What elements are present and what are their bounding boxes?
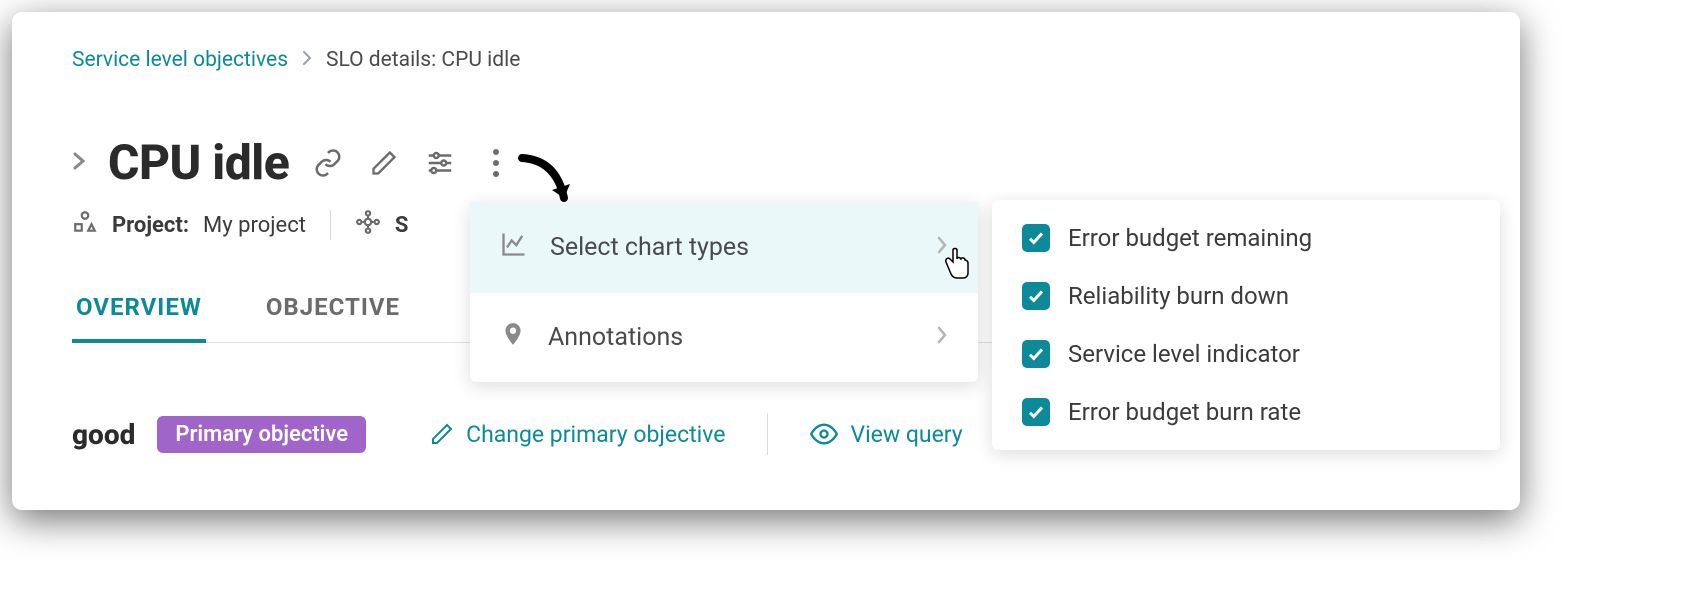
divider — [767, 413, 768, 455]
change-primary-objective-link[interactable]: Change primary objective — [430, 421, 725, 448]
map-pin-icon — [500, 321, 526, 354]
check-label: Error budget burn rate — [1068, 398, 1301, 426]
title-row: CPU idle — [72, 134, 1460, 191]
checkbox-checked-icon — [1022, 282, 1050, 310]
checkbox-checked-icon — [1022, 340, 1050, 368]
project-icon — [72, 209, 98, 241]
view-query-label: View query — [850, 421, 962, 448]
breadcrumb-root-link[interactable]: Service level objectives — [72, 48, 288, 72]
checkbox-checked-icon — [1022, 398, 1050, 426]
project-value: My project — [203, 213, 306, 238]
menu-item-label: Annotations — [548, 323, 683, 352]
service-label-truncated: S — [395, 213, 409, 238]
edit-icon[interactable] — [367, 146, 401, 180]
check-error-budget-remaining[interactable]: Error budget remaining — [1022, 224, 1470, 252]
menu-item-label: Select chart types — [550, 233, 749, 262]
tab-objectives[interactable]: OBJECTIVE — [262, 293, 404, 342]
kebab-menu-icon[interactable] — [479, 146, 513, 180]
check-reliability-burn-down[interactable]: Reliability burn down — [1022, 282, 1470, 310]
breadcrumb-current: SLO details: CPU idle — [326, 48, 520, 72]
status-value: good — [72, 418, 135, 451]
check-label: Service level indicator — [1068, 340, 1300, 368]
check-label: Error budget remaining — [1068, 224, 1312, 252]
chevron-right-icon — [302, 48, 312, 72]
chart-types-submenu: Error budget remaining Reliability burn … — [992, 200, 1500, 450]
edit-icon — [430, 422, 454, 446]
eye-icon — [810, 420, 838, 448]
expand-caret-icon[interactable] — [72, 150, 86, 176]
checkbox-checked-icon — [1022, 224, 1050, 252]
link-icon[interactable] — [311, 146, 345, 180]
primary-objective-badge: Primary objective — [157, 416, 366, 453]
page-title: CPU idle — [108, 134, 289, 191]
menu-item-select-chart-types[interactable]: Select chart types — [470, 202, 978, 293]
check-label: Reliability burn down — [1068, 282, 1289, 310]
check-error-budget-burn-rate[interactable]: Error budget burn rate — [1022, 398, 1470, 426]
check-service-level-indicator[interactable]: Service level indicator — [1022, 340, 1470, 368]
project-label: Project: — [112, 213, 189, 238]
change-primary-objective-label: Change primary objective — [466, 421, 725, 448]
settings-menu: Select chart types Annotations — [470, 202, 978, 382]
breadcrumb: Service level objectives SLO details: CP… — [72, 48, 1460, 72]
menu-item-annotations[interactable]: Annotations — [470, 293, 978, 382]
view-query-link[interactable]: View query — [810, 420, 962, 448]
chart-line-icon — [500, 230, 528, 265]
sliders-icon[interactable] — [423, 146, 457, 180]
service-icon — [355, 209, 381, 241]
chevron-right-icon — [936, 323, 948, 352]
tab-overview[interactable]: OVERVIEW — [72, 293, 206, 343]
chevron-right-icon — [936, 233, 948, 262]
divider — [330, 210, 331, 240]
app-frame: Service level objectives SLO details: CP… — [12, 12, 1520, 510]
